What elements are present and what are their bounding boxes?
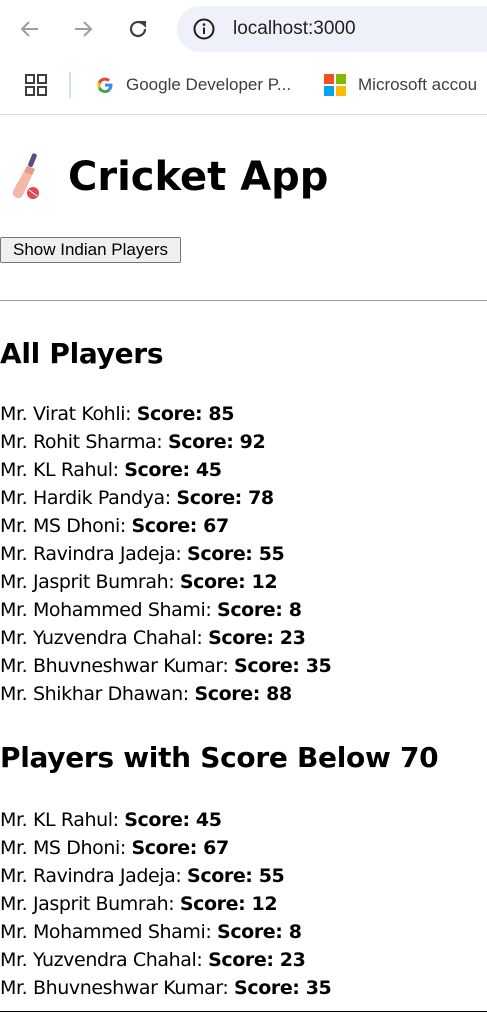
- google-icon: [97, 77, 113, 93]
- player-name: Mr. Bhuvneshwar Kumar:: [0, 977, 235, 999]
- show-indian-players-button[interactable]: Show Indian Players: [0, 237, 181, 263]
- address-bar[interactable]: localhost:3000: [177, 6, 487, 52]
- bookmark-microsoft-account[interactable]: Microsoft accou: [324, 71, 477, 99]
- url-text[interactable]: localhost:3000: [233, 18, 356, 40]
- player-name: Mr. Virat Kohli:: [0, 403, 137, 425]
- player-score: Score: 12: [179, 571, 278, 593]
- player-score: Score: 67: [131, 515, 230, 537]
- page-title: Cricket App: [68, 154, 329, 200]
- player-row: Mr. Virat Kohli: Score: 85: [0, 400, 487, 428]
- bookmarks-separator: [69, 72, 71, 98]
- player-row: Mr. Bhuvneshwar Kumar: Score: 35: [0, 974, 487, 1002]
- player-name: Mr. Yuzvendra Chahal:: [0, 627, 209, 649]
- bookmark-label: Microsoft accou: [358, 75, 478, 94]
- player-name: Mr. Hardik Pandya:: [0, 487, 177, 509]
- player-score: Score: 23: [208, 627, 306, 649]
- player-score: Score: 88: [194, 683, 292, 705]
- browser-toolbar: localhost:3000: [0, 0, 487, 58]
- reload-button[interactable]: [123, 14, 153, 44]
- player-name: Mr. Jasprit Bumrah:: [0, 893, 180, 915]
- player-row: Mr. Mohammed Shami: Score: 8: [0, 596, 487, 624]
- player-name: Mr. Rohit Sharma:: [0, 431, 168, 453]
- bottom-border: [0, 1011, 487, 1012]
- player-score: Score: 35: [234, 977, 332, 999]
- apps-grid-icon[interactable]: [25, 74, 47, 96]
- player-row: Mr. Rohit Sharma: Score: 92: [0, 428, 487, 456]
- player-row: Mr. Hardik Pandya: Score: 78: [0, 484, 487, 512]
- cricket-bat-icon: [12, 153, 39, 199]
- player-score: Score: 55: [187, 865, 285, 887]
- player-name: Mr. Mohammed Shami:: [0, 599, 218, 621]
- all-players-list: Mr. Virat Kohli: Score: 85 Mr. Rohit Shar…: [0, 400, 487, 708]
- player-score: Score: 45: [124, 459, 222, 481]
- player-score: Score: 45: [124, 809, 222, 831]
- player-name: Mr. Ravindra Jadeja:: [0, 543, 188, 565]
- player-row: Mr. Jasprit Bumrah: Score: 12: [0, 568, 487, 596]
- player-score: Score: 67: [131, 837, 230, 859]
- site-info-icon[interactable]: [193, 18, 215, 40]
- player-row: Mr. Shikhar Dhawan: Score: 88: [0, 680, 487, 708]
- player-row: Mr. KL Rahul: Score: 45: [0, 456, 487, 484]
- player-row: Mr. Ravindra Jadeja: Score: 55: [0, 540, 487, 568]
- back-arrow-icon: [20, 21, 38, 37]
- player-row: Mr. KL Rahul: Score: 45: [0, 806, 487, 834]
- player-score: Score: 55: [187, 543, 285, 565]
- player-row: Mr. Ravindra Jadeja: Score: 55: [0, 862, 487, 890]
- player-score: Score: 85: [136, 403, 235, 425]
- below-70-heading: Players with Score Below 70: [0, 741, 439, 774]
- player-name: Mr. Jasprit Bumrah:: [0, 571, 180, 593]
- player-name: Mr. KL Rahul:: [0, 459, 125, 481]
- bookmarks-bar: Google Developer P... Microsoft accou: [0, 58, 487, 115]
- player-row: Mr. MS Dhoni: Score: 67: [0, 512, 487, 540]
- reload-icon: [129, 20, 147, 38]
- player-row: Mr. Jasprit Bumrah: Score: 12: [0, 890, 487, 918]
- player-name: Mr. Ravindra Jadeja:: [0, 865, 188, 887]
- divider: [0, 300, 487, 301]
- player-score: Score: 12: [179, 893, 278, 915]
- player-name: Mr. Mohammed Shami:: [0, 921, 218, 943]
- player-row: Mr. MS Dhoni: Score: 67: [0, 834, 487, 862]
- page-content: Cricket App Show Indian Players All Play…: [0, 115, 487, 1013]
- player-name: Mr. KL Rahul:: [0, 809, 125, 831]
- player-name: Mr. MS Dhoni:: [0, 515, 132, 537]
- back-button[interactable]: [15, 14, 45, 44]
- all-players-heading: All Players: [0, 337, 164, 370]
- player-row: Mr. Mohammed Shami: Score: 8: [0, 918, 487, 946]
- player-score: Score: 23: [208, 949, 306, 971]
- player-row: Mr. Yuzvendra Chahal: Score: 23: [0, 946, 487, 974]
- player-name: Mr. Yuzvendra Chahal:: [0, 949, 209, 971]
- player-score: Score: 78: [176, 487, 274, 509]
- player-row: Mr. Yuzvendra Chahal: Score: 23: [0, 624, 487, 652]
- player-score: Score: 8: [217, 599, 302, 621]
- bookmark-label: Google Developer P...: [126, 75, 292, 94]
- below-70-players-list: Mr. KL Rahul: Score: 45 Mr. MS Dhoni: Sco…: [0, 806, 487, 1002]
- player-row: Mr. Bhuvneshwar Kumar: Score: 35: [0, 652, 487, 680]
- player-score: Score: 35: [234, 655, 332, 677]
- forward-arrow-icon: [75, 21, 93, 37]
- microsoft-icon: [324, 74, 346, 96]
- bookmark-google-developer[interactable]: Google Developer P...: [96, 71, 291, 99]
- player-name: Mr. MS Dhoni:: [0, 837, 132, 859]
- forward-button[interactable]: [68, 14, 98, 44]
- player-name: Mr. Bhuvneshwar Kumar:: [0, 655, 235, 677]
- player-name: Mr. Shikhar Dhawan:: [0, 683, 195, 705]
- app-header: Cricket App: [0, 151, 328, 203]
- player-score: Score: 92: [167, 431, 266, 453]
- player-score: Score: 8: [217, 921, 302, 943]
